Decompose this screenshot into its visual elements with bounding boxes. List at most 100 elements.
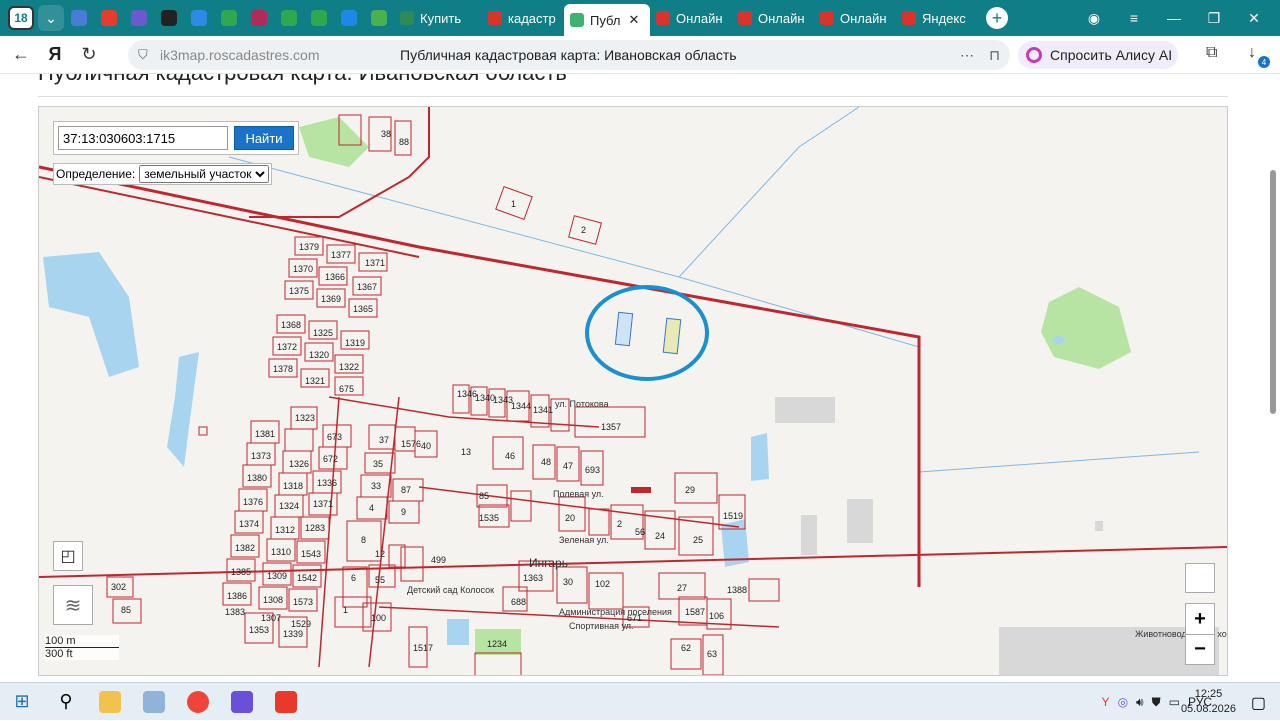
highlighted-parcel-2 — [662, 317, 682, 355]
svg-text:1376: 1376 — [243, 497, 263, 507]
tab-count-button[interactable]: 18 — [8, 6, 34, 30]
pinned-tab-home[interactable] — [244, 4, 274, 32]
zoom-in-button[interactable]: + — [1186, 604, 1214, 634]
svg-text:1320: 1320 — [309, 350, 329, 360]
menu-icon[interactable]: ≡ — [1114, 10, 1154, 26]
restore-icon[interactable]: ❐ — [1194, 10, 1234, 27]
svg-text:499: 499 — [431, 555, 446, 565]
chat-tray-icon[interactable]: ◎ — [1118, 695, 1128, 709]
svg-text:1380: 1380 — [247, 473, 267, 483]
pinned-tab-blue[interactable] — [334, 4, 364, 32]
svg-text:1383: 1383 — [225, 607, 245, 617]
svg-text:1234: 1234 — [487, 639, 507, 649]
tab-7[interactable]: Яндекс — [896, 4, 978, 32]
shield-tray-icon[interactable]: ⛊ — [1152, 695, 1161, 710]
yandex-browser-icon[interactable] — [176, 683, 220, 721]
url-field[interactable]: ⛉ ik3map.roscadastres.com Публичная када… — [128, 40, 1010, 70]
windows-start-icon[interactable]: ⊞ — [0, 683, 44, 721]
svg-text:1323: 1323 — [295, 413, 315, 423]
map-extra-button[interactable] — [1185, 563, 1215, 593]
svg-text:33: 33 — [371, 481, 381, 491]
svg-text:20: 20 — [565, 513, 575, 523]
svg-text:1372: 1372 — [277, 342, 297, 352]
yandex-logo-icon[interactable]: Я — [40, 44, 70, 65]
svg-text:693: 693 — [585, 465, 600, 475]
svg-text:56: 56 — [635, 527, 645, 537]
tab-active[interactable]: Публ ✕ — [564, 4, 650, 36]
pinned-tab-yandex[interactable] — [94, 4, 124, 32]
download-icon[interactable]: ↓ — [1248, 44, 1256, 62]
tab-2[interactable]: кадастр — [482, 4, 564, 32]
fullscreen-button[interactable]: ◰ — [53, 541, 83, 571]
tab-5[interactable]: Онлайн — [732, 4, 814, 32]
selection-circle — [585, 285, 709, 381]
svg-text:30: 30 — [563, 577, 573, 587]
svg-text:1369: 1369 — [321, 294, 341, 304]
svg-text:106: 106 — [709, 611, 724, 621]
tab-6[interactable]: Онлайн — [814, 4, 896, 32]
definition-row: Определение: земельный участок — [53, 163, 273, 185]
close-window-icon[interactable]: ✕ — [1234, 10, 1274, 27]
network-icon[interactable]: ▭ — [1169, 695, 1180, 709]
profile-icon[interactable]: ◉ — [1074, 10, 1114, 27]
svg-text:85: 85 — [121, 605, 131, 615]
svg-text:1368: 1368 — [281, 320, 301, 330]
clock[interactable]: 12:25 05.08.2026 — [1181, 687, 1236, 717]
pinned-tab-green-3[interactable] — [304, 4, 334, 32]
pinned-tab-multi[interactable] — [364, 4, 394, 32]
pinned-tab-apps[interactable] — [64, 4, 94, 32]
file-explorer-icon[interactable] — [88, 683, 132, 721]
tab-favicon — [488, 11, 502, 25]
page-scrollbar[interactable] — [1270, 170, 1276, 414]
scale-metric: 100 m — [45, 635, 119, 648]
url-text: ik3map.roscadastres.com — [160, 47, 320, 63]
alice-button[interactable]: Спросить Алису AI — [1018, 41, 1178, 69]
bookmark-icon[interactable]: ⊓ — [989, 47, 1000, 64]
chevron-down-icon[interactable]: ⌄ — [38, 5, 64, 31]
close-icon[interactable]: ✕ — [628, 12, 639, 28]
svg-text:1371: 1371 — [313, 499, 333, 509]
search-icon[interactable]: ⚲ — [44, 683, 88, 721]
svg-text:1321: 1321 — [305, 376, 325, 386]
cadastral-map[interactable]: 12 1379 1377 1371 1370 1366 1367 1375 1369 136… — [38, 106, 1228, 676]
notes-icon[interactable] — [132, 683, 176, 721]
reload-icon[interactable]: ↻ — [74, 44, 104, 65]
tab-favicon — [400, 11, 414, 25]
svg-text:37: 37 — [379, 435, 389, 445]
svg-text:29: 29 — [685, 485, 695, 495]
cadastral-number-input[interactable] — [58, 126, 228, 150]
pinned-tab-messenger[interactable] — [124, 4, 154, 32]
svg-text:1519: 1519 — [723, 511, 743, 521]
svg-text:1375: 1375 — [289, 286, 309, 296]
minimize-icon[interactable]: — — [1154, 10, 1194, 26]
svg-text:1535: 1535 — [479, 513, 499, 523]
pinned-tab-tracker[interactable] — [184, 4, 214, 32]
find-button[interactable]: Найти — [234, 126, 294, 150]
forest-patch-north — [299, 117, 369, 167]
fullscreen-icon: ◰ — [60, 548, 76, 565]
definition-select[interactable]: земельный участок — [139, 165, 270, 183]
more-icon[interactable]: ⋯ — [960, 47, 974, 64]
zoom-out-button[interactable]: − — [1186, 634, 1214, 664]
svg-text:40: 40 — [421, 441, 431, 451]
svg-text:1517: 1517 — [413, 643, 433, 653]
yandex-tray-icon[interactable]: Y — [1102, 695, 1110, 709]
yandex-app-icon[interactable] — [264, 683, 308, 721]
notifications-icon[interactable]: ▢ — [1251, 693, 1266, 713]
pinned-tab-music[interactable] — [154, 4, 184, 32]
volume-icon[interactable]: 🔊︎ — [1136, 695, 1144, 710]
river-line-north — [678, 107, 860, 278]
tab-4[interactable]: Онлайн — [650, 4, 732, 32]
map-canvas[interactable]: 12 137913771371 137013661367 13751369136… — [39, 107, 1228, 676]
pinned-tab-green-2[interactable] — [274, 4, 304, 32]
clock-date: 05.08.2026 — [1180, 703, 1236, 715]
extensions-icon[interactable]: ⧉ — [1206, 44, 1217, 62]
back-arrow-icon[interactable]: ← — [6, 44, 36, 65]
svg-text:1341: 1341 — [533, 405, 553, 415]
layers-button[interactable]: ≋ — [53, 585, 93, 625]
svg-text:2: 2 — [617, 519, 622, 529]
pinned-tab-green-1[interactable] — [214, 4, 244, 32]
new-tab-button[interactable]: + — [986, 7, 1008, 29]
tab-1[interactable]: Купить — [394, 4, 482, 32]
messenger-icon[interactable] — [220, 683, 264, 721]
